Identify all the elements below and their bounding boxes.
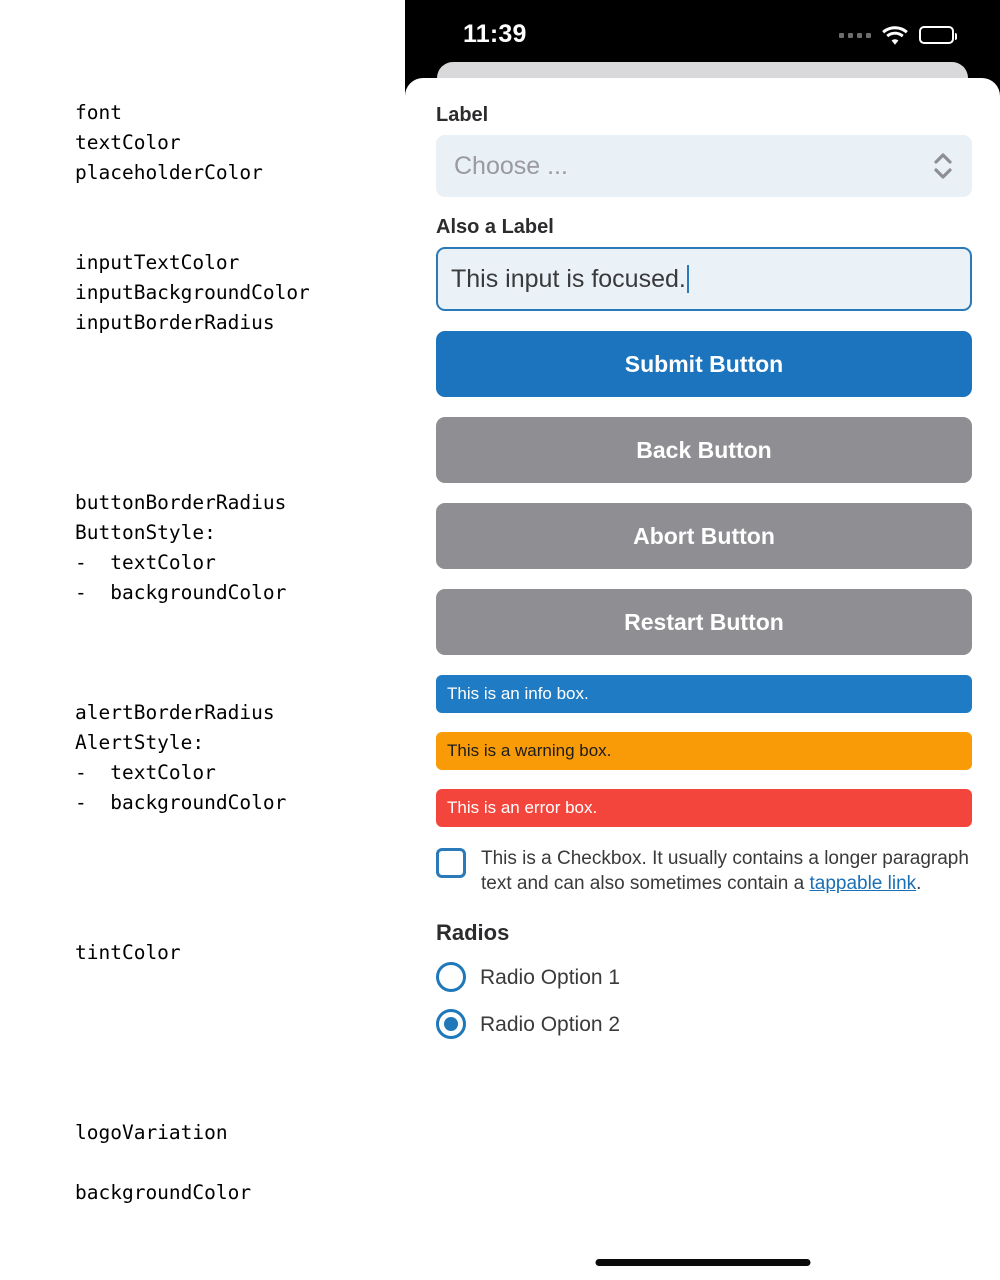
- status-bar-time: 11:39: [463, 20, 527, 48]
- annotation-group: tintColor: [75, 938, 181, 968]
- alert-list: This is an info box. This is a warning bo…: [436, 675, 972, 827]
- annotation-line: textColor: [75, 131, 181, 154]
- text-input-focused[interactable]: This input is focused.: [436, 247, 972, 311]
- home-indicator[interactable]: [595, 1259, 810, 1266]
- annotation-line: AlertStyle:: [75, 731, 205, 754]
- annotation-line: - backgroundColor: [75, 581, 287, 604]
- annotation-line: buttonBorderRadius: [75, 491, 287, 514]
- text-input-value: This input is focused.: [451, 265, 686, 293]
- restart-button[interactable]: Restart Button: [436, 589, 972, 655]
- radio-row[interactable]: Radio Option 2: [436, 1009, 972, 1039]
- radio-row[interactable]: Radio Option 1: [436, 962, 972, 992]
- annotation-group: font textColor placeholderColor: [75, 98, 263, 188]
- alert-error: This is an error box.: [436, 789, 972, 827]
- button-list: Submit Button Back Button Abort Button Rest…: [436, 331, 972, 655]
- radio-group: Radio Option 1 Radio Option 2: [436, 962, 972, 1039]
- battery-icon: [919, 26, 957, 44]
- annotation-line: - textColor: [75, 761, 216, 784]
- checkbox-label: This is a Checkbox. It usually contains …: [481, 846, 971, 896]
- abort-button[interactable]: Abort Button: [436, 503, 972, 569]
- annotation-line: inputBackgroundColor: [75, 281, 310, 304]
- alert-warning: This is a warning box.: [436, 732, 972, 770]
- annotation-line: logoVariation: [75, 1121, 228, 1144]
- back-button[interactable]: Back Button: [436, 417, 972, 483]
- annotation-group: alertBorderRadius AlertStyle: - textColor -…: [75, 698, 286, 818]
- annotation-line: - textColor: [75, 551, 216, 574]
- annotation-group: inputTextColor inputBackgroundColor inputB…: [75, 248, 310, 338]
- radios-heading: Radios: [436, 920, 510, 945]
- annotation-line: font: [75, 101, 122, 124]
- alert-info: This is an info box.: [436, 675, 972, 713]
- text-cursor: [686, 265, 689, 293]
- page-root: font textColor placeholderColor inputTextCo…: [0, 0, 1000, 1280]
- cellular-dots-icon: [839, 32, 871, 38]
- checkbox-text-after: .: [916, 873, 922, 894]
- checkbox-row[interactable]: This is a Checkbox. It usually contains …: [436, 846, 972, 896]
- annotation-line: inputTextColor: [75, 251, 240, 274]
- annotation-line: tintColor: [75, 941, 181, 964]
- annotation-line: ButtonStyle:: [75, 521, 216, 544]
- status-bar: 11:39: [405, 0, 1000, 70]
- radio-button-selected[interactable]: [436, 1009, 466, 1039]
- radio-button[interactable]: [436, 962, 466, 992]
- chevron-up-down-icon[interactable]: [932, 148, 954, 184]
- annotation-line: placeholderColor: [75, 161, 263, 184]
- annotation-group: buttonBorderRadius ButtonStyle: - textColo…: [75, 488, 286, 608]
- wifi-icon: [882, 25, 908, 45]
- radio-label: Radio Option 1: [480, 965, 621, 989]
- annotation-line: backgroundColor: [75, 1181, 252, 1204]
- select-value: Choose ...: [454, 152, 568, 180]
- phone-frame: 11:39 Label Choose ... Also a Label This…: [405, 0, 1000, 1280]
- select-input[interactable]: Choose ...: [436, 135, 972, 197]
- tappable-link[interactable]: tappable link: [809, 873, 916, 894]
- annotation-line: - backgroundColor: [75, 791, 287, 814]
- status-bar-icons: [839, 22, 957, 48]
- annotation-group: logoVariation: [75, 1118, 228, 1148]
- text-input-label: Also a Label: [436, 216, 554, 238]
- annotation-line: inputBorderRadius: [75, 311, 275, 334]
- submit-button[interactable]: Submit Button: [436, 331, 972, 397]
- form-container: Label Choose ... Also a Label This input…: [436, 103, 972, 1056]
- modal-sheet: Label Choose ... Also a Label This input…: [405, 78, 1000, 1280]
- checkbox-input[interactable]: [436, 848, 466, 878]
- annotation-group: backgroundColor: [75, 1178, 251, 1208]
- annotation-line: alertBorderRadius: [75, 701, 275, 724]
- radio-label: Radio Option 2: [480, 1012, 621, 1036]
- select-label: Label: [436, 104, 489, 126]
- annotation-column: font textColor placeholderColor inputTextCo…: [0, 0, 405, 1280]
